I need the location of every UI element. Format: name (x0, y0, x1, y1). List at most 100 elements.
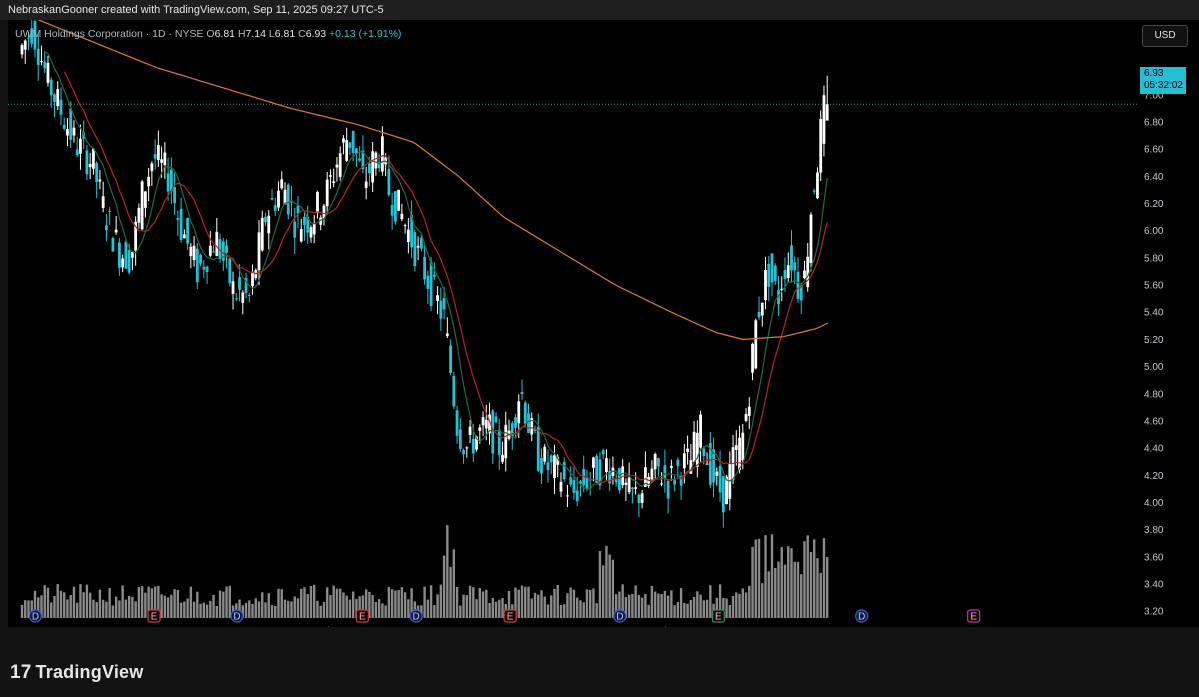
candle-body (202, 266, 206, 270)
candle-body (400, 213, 404, 220)
volume-bar (442, 555, 446, 618)
candle-body (241, 292, 245, 303)
candle-body (699, 414, 702, 448)
volume-bar (332, 585, 335, 618)
candle-body (595, 455, 599, 483)
candle-body (225, 245, 228, 254)
event-marker-label: D (616, 612, 623, 623)
volume-bar (735, 592, 738, 618)
candle-body (423, 256, 427, 280)
y-tick-label: 6.20 (1144, 199, 1164, 210)
candle-body (368, 163, 371, 174)
volume-bar (673, 605, 676, 618)
volume-bar (170, 594, 173, 618)
candle-body (88, 163, 92, 168)
volume-bar (82, 592, 85, 618)
y-tick-label: 4.00 (1144, 498, 1164, 509)
volume-bar (764, 535, 767, 618)
candle-body (452, 375, 456, 407)
candle-body (770, 253, 774, 283)
volume-bar (553, 588, 556, 618)
tradingview-logo[interactable]: 17 TradingView (10, 662, 143, 684)
candle-body (299, 229, 303, 242)
volume-bar (826, 557, 829, 618)
volume-bar (465, 595, 469, 618)
volume-bar (754, 539, 757, 618)
candle-body (809, 214, 813, 263)
currency-selector[interactable]: USD (1142, 25, 1188, 47)
volume-bar (787, 546, 790, 618)
x-tick-label: Sep (790, 626, 808, 627)
volume-bar (637, 594, 641, 618)
candle-body (403, 225, 407, 227)
candle-body (754, 320, 758, 369)
volume-bar (403, 592, 407, 618)
volume-bar (475, 599, 478, 618)
volume-bar (696, 591, 699, 618)
candle-body (192, 245, 196, 261)
candle-body (663, 465, 667, 479)
x-tick-label: May (514, 626, 533, 627)
volume-bar (209, 600, 212, 618)
x-tick-label: Feb (316, 626, 334, 627)
volume-bar (56, 584, 59, 618)
candle-body (176, 218, 180, 220)
volume-bar (319, 605, 322, 618)
volume-bar (101, 599, 105, 618)
candle-body (69, 108, 73, 140)
candle-body (20, 45, 24, 55)
candle-body (549, 455, 553, 463)
candle-body (721, 476, 725, 513)
candle-body (634, 487, 638, 489)
volume-bar (218, 590, 222, 618)
volume-bar (186, 598, 189, 618)
candle-body (773, 265, 777, 282)
x-tick-label: Apr (449, 626, 465, 627)
last-price-value: 6.93 (1144, 68, 1164, 79)
volume-bar (660, 593, 663, 618)
candle-body (614, 479, 618, 483)
volume-bar (601, 565, 605, 618)
price-chart[interactable]: 3.20 3.40 3.60 3.80 4.00 4.20 4.40 4.60 4.80 5.00… (8, 20, 1199, 627)
candle-body (812, 190, 816, 192)
volume-bar (75, 602, 79, 618)
candle-body (293, 221, 297, 238)
volume-bar (166, 597, 170, 618)
chart-pane[interactable]: 3.20 3.40 3.60 3.80 4.00 4.20 4.40 4.60 4.80 5.00… (8, 20, 1199, 627)
credit-text: NebraskanGooner created with TradingView… (8, 4, 384, 16)
candle-body (186, 217, 189, 244)
volume-bar (588, 589, 592, 618)
candle-body (173, 187, 176, 204)
volume-bar (303, 587, 306, 618)
volume-bar (390, 589, 394, 618)
volume-bar (248, 600, 251, 618)
volume-bar (488, 602, 491, 618)
volume-bar (72, 586, 76, 618)
candle-body (163, 152, 167, 166)
candle-body (624, 482, 628, 485)
candle-body (523, 402, 527, 424)
candle-body (380, 136, 384, 172)
candle-body (601, 450, 605, 455)
candle-body (686, 448, 689, 453)
y-tick-label: 4.80 (1144, 389, 1164, 400)
volume-bar (283, 599, 287, 618)
candle-body (166, 173, 170, 192)
candle-body (481, 417, 485, 426)
volume-bar (657, 593, 660, 618)
volume-bar (757, 538, 761, 618)
volume-bar (205, 604, 209, 618)
volume-bar (88, 592, 92, 618)
candle-body (231, 281, 235, 294)
volume-bar (351, 591, 355, 618)
volume-bar (108, 588, 111, 618)
volume-bar (631, 593, 634, 618)
volume-bar (556, 585, 559, 618)
candle-body (676, 459, 680, 467)
volume-bar (290, 601, 293, 618)
volume-bar (384, 605, 387, 618)
candle-body (656, 458, 660, 467)
volume-bar (69, 595, 72, 618)
candle-body (85, 150, 89, 175)
volume-bar (793, 561, 796, 618)
